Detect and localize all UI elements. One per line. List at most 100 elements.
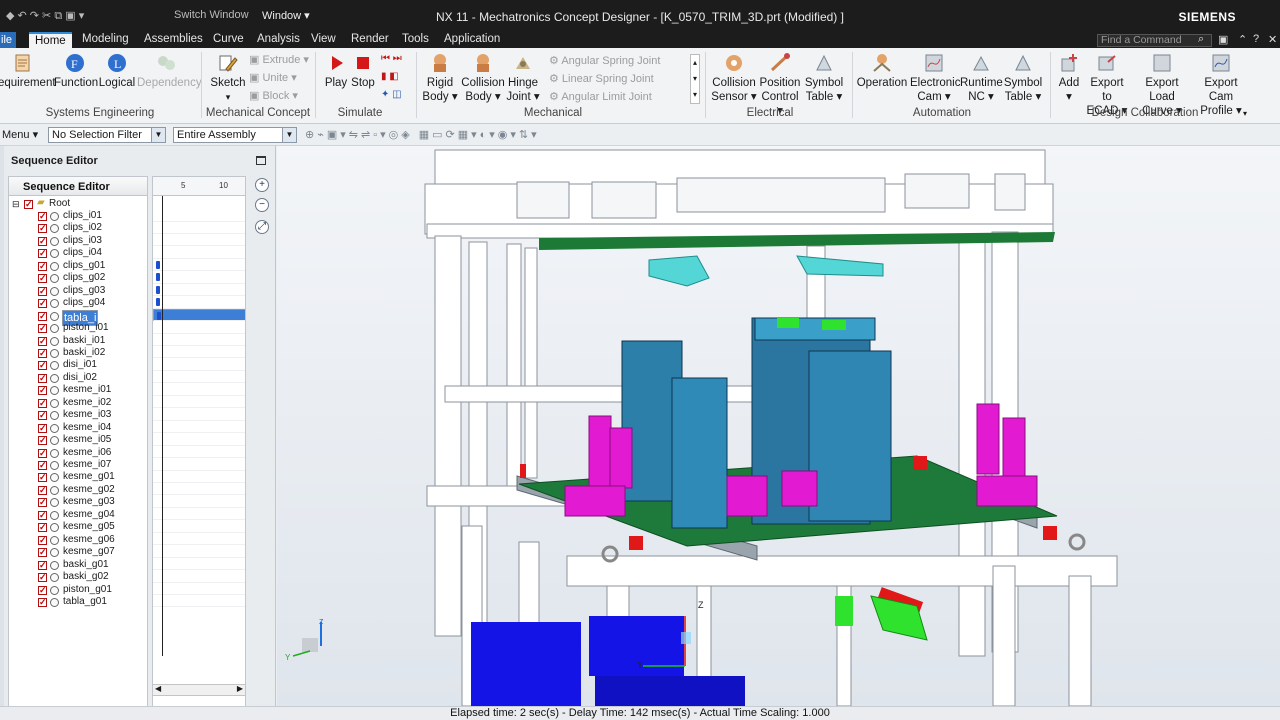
sequence-timeline[interactable]: 5 10	[152, 176, 246, 720]
search-icon[interactable]: ⌕	[1198, 33, 1204, 46]
checkbox[interactable]	[38, 409, 47, 422]
timeline-row[interactable]	[153, 209, 245, 222]
runtime-nc-button[interactable]: Runtime NC ▾	[960, 52, 1003, 104]
timeline-row[interactable]	[153, 520, 245, 533]
timeline-row[interactable]	[153, 458, 245, 471]
checkbox[interactable]	[38, 272, 47, 285]
checkbox[interactable]	[38, 372, 47, 384]
checkbox[interactable]	[38, 571, 47, 584]
add-button[interactable]: Add ▾	[1055, 52, 1083, 104]
tab-application[interactable]: Application	[438, 32, 506, 48]
timeline-row[interactable]	[153, 508, 245, 521]
timeline-row[interactable]	[153, 284, 245, 297]
angular-limit-joint-button[interactable]: ⚙ Angular Limit Joint	[549, 90, 652, 104]
checkbox[interactable]	[38, 596, 47, 608]
checkbox[interactable]	[38, 471, 47, 484]
tab-tools[interactable]: Tools	[396, 32, 435, 48]
timeline-row[interactable]	[153, 371, 245, 384]
checkbox[interactable]	[38, 210, 47, 223]
help-icon[interactable]: ?	[1253, 33, 1259, 45]
checkbox[interactable]	[38, 484, 47, 496]
gallery-scroll[interactable]: ▴ ▾ ▾	[690, 54, 700, 104]
checkbox[interactable]	[38, 347, 47, 359]
dependency-button[interactable]: Dependency	[137, 52, 202, 90]
timeline-row[interactable]	[153, 346, 245, 359]
collision-body-button[interactable]: Collision Body ▾	[461, 52, 505, 104]
checkbox[interactable]	[38, 247, 47, 260]
timeline-row[interactable]	[153, 246, 245, 259]
checkbox[interactable]	[38, 521, 47, 534]
timeline-row[interactable]	[153, 408, 245, 421]
collision-sensor-button[interactable]: Collision Sensor ▾	[711, 52, 757, 104]
zoom-fit-icon[interactable]: ⤢	[255, 220, 269, 234]
timeline-row[interactable]	[153, 421, 245, 434]
ribbon-options-icon[interactable]: ▾	[1243, 107, 1247, 121]
tab-render[interactable]: Render	[345, 32, 395, 48]
checkbox[interactable]	[38, 397, 47, 409]
menu-button[interactable]: Menu ▾	[2, 128, 38, 141]
timeline-row[interactable]	[153, 383, 245, 396]
automation-symbol-table-button[interactable]: Symbol Table ▾	[1003, 52, 1043, 104]
checkbox[interactable]	[38, 384, 47, 397]
selection-scope-dropdown[interactable]: Entire Assembly ▼	[173, 127, 297, 143]
tab-curve[interactable]: Curve	[207, 32, 250, 48]
stop-button[interactable]: Stop	[350, 52, 376, 90]
zoom-in-icon[interactable]: +	[255, 178, 269, 192]
timeline-row[interactable]	[153, 334, 245, 346]
checkbox[interactable]	[24, 198, 33, 211]
timeline-row[interactable]	[153, 358, 245, 371]
tab-view[interactable]: View	[305, 32, 342, 48]
requirement-button[interactable]: equirement	[0, 52, 56, 90]
function-button[interactable]: F Function	[54, 52, 98, 90]
collapse-icon[interactable]: ⊟	[12, 198, 20, 211]
checkbox[interactable]	[38, 422, 47, 434]
checkbox[interactable]	[38, 285, 47, 297]
checkbox[interactable]	[38, 359, 47, 372]
symbol-table-button[interactable]: Symbol Table ▾	[804, 52, 844, 104]
checkbox[interactable]	[38, 509, 47, 521]
angular-spring-joint-button[interactable]: ⚙ Angular Spring Joint	[549, 54, 660, 68]
timeline-row[interactable]	[153, 296, 245, 309]
block-button[interactable]: ▣ Block ▾	[249, 89, 298, 103]
restore-icon[interactable]: ▣	[1218, 33, 1228, 46]
rigid-body-button[interactable]: Rigid Body ▾	[422, 52, 458, 104]
operation-marker[interactable]	[156, 285, 160, 294]
timeline-row[interactable]	[153, 321, 245, 334]
extrude-button[interactable]: ▣ Extrude ▾	[249, 53, 309, 67]
checkbox[interactable]	[38, 322, 47, 335]
timeline-row[interactable]	[153, 533, 245, 546]
logical-button[interactable]: L Logical	[98, 52, 136, 90]
snapshot-icon[interactable]: ✦ ◫	[381, 88, 402, 102]
time-cursor[interactable]	[162, 196, 163, 656]
timeline-row[interactable]	[153, 495, 245, 508]
timeline-scrollbar[interactable]: ◀ ▶	[152, 684, 246, 696]
snap-toolbar-icons[interactable]: ⊕⌁▣▾⇋⇌▫▾◎◈ ▦▭⟳▦▾◐▾◉▾⇅▾	[305, 128, 540, 141]
checkbox[interactable]	[38, 496, 47, 509]
operation-marker[interactable]	[156, 273, 160, 282]
tab-assemblies[interactable]: Assemblies	[138, 32, 209, 48]
timeline-row[interactable]	[153, 259, 245, 272]
timeline-row[interactable]	[153, 396, 245, 409]
timeline-row[interactable]	[153, 308, 245, 322]
timeline-row[interactable]	[153, 234, 245, 247]
timeline-row[interactable]	[153, 221, 245, 234]
timeline-row[interactable]	[153, 595, 245, 608]
timeline-row[interactable]	[153, 433, 245, 446]
electronic-cam-button[interactable]: Electronic Cam ▾	[910, 52, 961, 104]
tab-analysis[interactable]: Analysis	[251, 32, 306, 48]
checkbox[interactable]	[38, 310, 47, 322]
maximize-icon[interactable]	[256, 156, 266, 165]
operation-marker[interactable]	[156, 260, 160, 269]
checkbox[interactable]	[38, 559, 47, 571]
unite-button[interactable]: ▣ Unite ▾	[249, 71, 297, 85]
graphics-window[interactable]: Z Y z Y	[277, 146, 1280, 706]
checkbox[interactable]	[38, 260, 47, 272]
timeline-row[interactable]	[153, 483, 245, 496]
close-icon[interactable]: ✕	[1268, 33, 1277, 46]
selection-filter-dropdown[interactable]: No Selection Filter ▼	[48, 127, 166, 143]
timeline-row[interactable]	[153, 271, 245, 284]
checkbox[interactable]	[38, 297, 47, 310]
machine-model[interactable]: Z Y z Y	[277, 146, 1280, 706]
collapse-ribbon-icon[interactable]: ⌃	[1238, 33, 1247, 46]
timeline-row[interactable]	[153, 446, 245, 459]
